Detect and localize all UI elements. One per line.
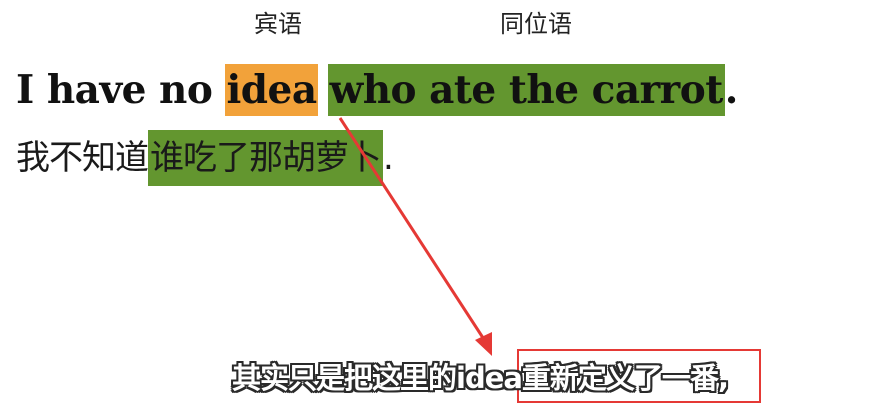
arrow-head bbox=[475, 332, 492, 356]
appositive-label: 同位语 bbox=[500, 10, 572, 38]
chinese-sentence: 我不知道谁吃了那胡萝卜. bbox=[16, 130, 394, 186]
chinese-period: . bbox=[383, 138, 394, 178]
chinese-clause-highlight: 谁吃了那胡萝卜 bbox=[148, 130, 383, 186]
object-label: 宾语 bbox=[254, 10, 302, 38]
english-sentence: I have no idea who ate the carrot. bbox=[16, 64, 738, 116]
object-highlight: idea bbox=[225, 64, 318, 116]
chinese-prefix: 我不知道 bbox=[16, 138, 149, 178]
appositive-highlight: who ate the carrot bbox=[327, 64, 725, 116]
english-period: . bbox=[724, 67, 739, 113]
english-prefix: I have no bbox=[16, 67, 226, 113]
slide-canvas: 宾语 同位语 I have no idea who ate the carrot.… bbox=[0, 0, 891, 408]
annotation-arrow bbox=[338, 117, 492, 356]
video-subtitle: 其实只是把这里的idea重新定义了一番, bbox=[232, 361, 729, 395]
